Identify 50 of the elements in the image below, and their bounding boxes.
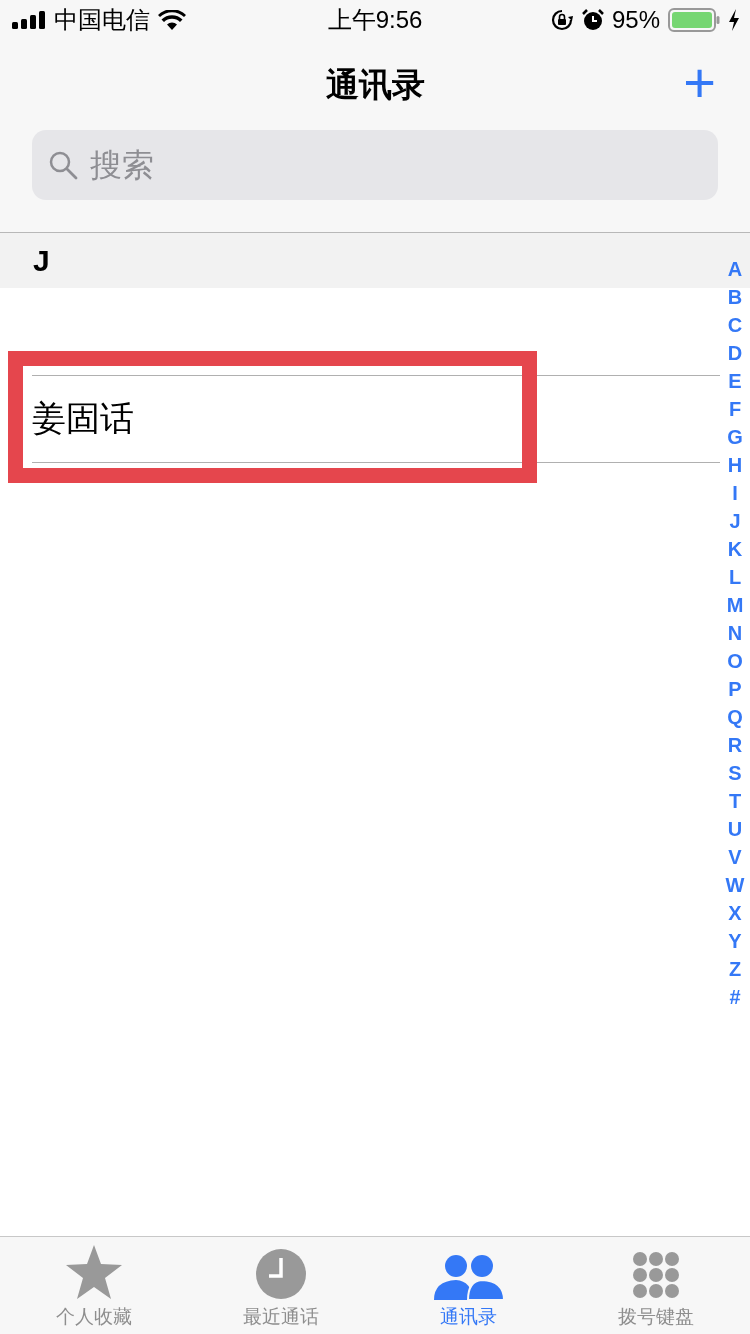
index-letter[interactable]: M xyxy=(726,591,744,619)
index-letter[interactable]: E xyxy=(728,367,742,395)
index-letter[interactable]: W xyxy=(725,871,745,899)
people-icon xyxy=(433,1254,504,1300)
index-letter[interactable]: S xyxy=(728,759,742,787)
index-letter[interactable]: L xyxy=(728,563,742,591)
add-button[interactable]: + xyxy=(679,48,720,118)
index-letter[interactable]: V xyxy=(728,843,742,871)
contact-name: 姜固话 xyxy=(32,398,134,439)
tab[interactable]: 拨号键盘 xyxy=(562,1237,750,1334)
keypad-icon xyxy=(631,1250,682,1300)
index-letter[interactable]: O xyxy=(727,647,743,675)
index-letter[interactable]: # xyxy=(729,983,741,1011)
index-letter[interactable]: Y xyxy=(728,927,742,955)
signal-icon xyxy=(12,11,46,29)
carrier-name: 中国电信 xyxy=(54,5,150,35)
index-letter[interactable]: T xyxy=(728,787,742,815)
index-letter[interactable]: U xyxy=(727,815,743,843)
status-time: 上午9:56 xyxy=(327,5,423,35)
index-letter[interactable]: R xyxy=(727,731,743,759)
index-letter[interactable]: Q xyxy=(727,703,743,731)
tab[interactable]: 最近通话 xyxy=(187,1237,375,1334)
index-letter[interactable]: A xyxy=(727,255,743,283)
index-letter[interactable]: D xyxy=(727,339,743,367)
wifi-icon xyxy=(158,10,186,30)
index-letter[interactable]: I xyxy=(732,479,738,507)
index-letter[interactable]: F xyxy=(728,395,742,423)
index-letter[interactable]: N xyxy=(727,619,743,647)
index-letter[interactable]: C xyxy=(727,311,743,339)
tab[interactable]: 个人收藏 xyxy=(0,1237,188,1334)
battery-icon xyxy=(668,8,720,32)
index-letter[interactable]: X xyxy=(728,899,742,927)
battery-percent: 95% xyxy=(611,6,660,34)
rotation-lock-icon xyxy=(549,8,574,32)
section-letter: J xyxy=(33,243,50,278)
page-title: 通讯录 xyxy=(325,64,425,105)
index-letter[interactable]: G xyxy=(727,423,743,451)
index-letter[interactable]: Z xyxy=(728,955,742,983)
charging-icon xyxy=(728,9,740,31)
tab[interactable]: 通讯录 xyxy=(375,1237,563,1334)
index-letter[interactable]: H xyxy=(727,451,743,479)
clock-icon xyxy=(255,1248,308,1300)
index-letter[interactable]: J xyxy=(729,507,741,535)
index-letter[interactable]: P xyxy=(728,675,742,703)
search-field[interactable]: 搜索 xyxy=(32,130,718,200)
index-letter[interactable]: K xyxy=(727,535,743,563)
star-icon xyxy=(64,1244,123,1300)
alarm-icon xyxy=(581,9,604,31)
index-letter[interactable]: B xyxy=(727,283,743,311)
contact-row[interactable]: 姜固话 xyxy=(32,375,720,463)
